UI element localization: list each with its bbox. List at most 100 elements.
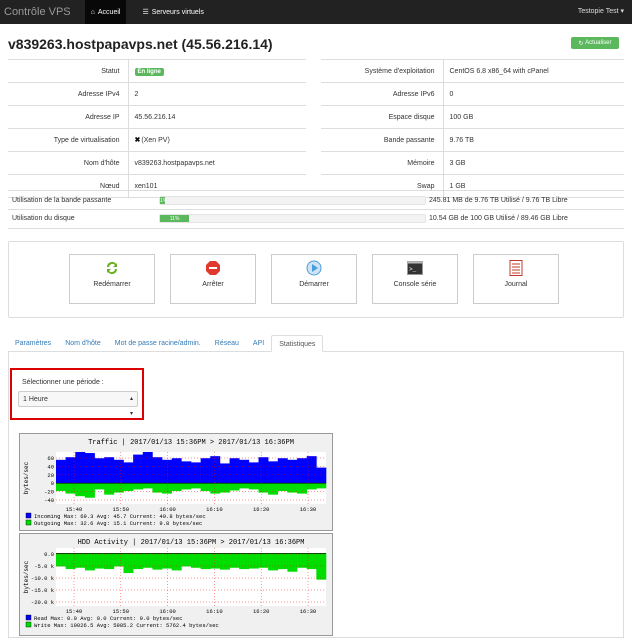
legend-swatch [25, 512, 32, 519]
data-bar-outgoing [123, 483, 134, 491]
data-bar-incoming [152, 457, 163, 484]
tab-0[interactable]: Paramètres [8, 335, 58, 352]
bandwidth-usage-label: Utilisation de la bande passante [12, 196, 112, 204]
start-button[interactable]: Démarrer [271, 254, 357, 304]
y-tick-label: -40 [44, 497, 54, 504]
journal-button[interactable]: Journal [473, 254, 559, 304]
data-bar-incoming [84, 453, 95, 484]
legend-swatch [25, 614, 32, 621]
info-row: Système d'exploitation CentOS 6.8 x86_64 … [321, 59, 624, 83]
data-bar-outgoing [133, 483, 144, 490]
data-bar-write [104, 553, 115, 570]
actions-panel: Redémarrer Arrêter Démarrer >_ Console s… [8, 241, 624, 318]
server-info-right: Système d'exploitation CentOS 6.8 x86_64 … [321, 59, 624, 198]
y-tick-label: 60 [47, 455, 54, 462]
y-axis-label: bytes/sec [23, 560, 30, 593]
info-row: Espace disque 100 GB [321, 105, 624, 129]
data-bar-write [248, 553, 259, 569]
y-tick-label: -20 [44, 489, 54, 496]
user-menu[interactable]: Testopie Test ▾ [578, 7, 624, 15]
legend-swatch [25, 621, 32, 628]
y-tick-label: 0 [51, 480, 54, 487]
info-value: 3 GB [442, 151, 624, 175]
period-select[interactable]: 1 Heure ▴ ▾ [18, 391, 138, 417]
refresh-button[interactable]: ↻ Actualiser [571, 37, 619, 49]
info-value: ✖(Xen PV) [127, 128, 306, 152]
data-bar-incoming [268, 461, 279, 484]
tab-1[interactable]: Nom d'hôte [58, 335, 108, 352]
data-bar-outgoing [258, 483, 269, 493]
info-value: CentOS 6.8 x86_64 with cPanel [442, 59, 624, 83]
info-row: Nom d'hôte v839263.hostpapavps.net [8, 151, 306, 175]
x-tick-label: 16:00 [159, 608, 176, 615]
data-bar-write [56, 553, 66, 567]
nav-servers[interactable]: ☰ Serveurs virtuels [136, 0, 209, 24]
data-bar-incoming [258, 457, 269, 484]
tab-2[interactable]: Mot de passe racine/admin. [108, 335, 208, 352]
brand[interactable]: Contrôle VPS [4, 6, 71, 18]
y-axis-label: bytes/sec [23, 461, 30, 494]
info-value: 9.76 TB [442, 128, 624, 152]
info-value: 0 [442, 82, 624, 106]
y-tick-label: -20.0 k [31, 599, 55, 606]
data-bar-write [316, 553, 327, 580]
list-icon: ☰ [142, 9, 149, 16]
data-bar-write [142, 553, 153, 568]
legend-entry: Incoming Max: 69.3 Avg: 45.7 Current: 49… [34, 513, 206, 520]
info-value-text: 45.56.216.14 [134, 113, 176, 121]
info-row: Mémoire 3 GB [321, 151, 624, 175]
data-bar-outgoing [181, 483, 192, 490]
tab-4[interactable]: API [246, 335, 271, 352]
y-tick-label: 20 [47, 472, 54, 479]
data-bar-incoming [306, 456, 317, 484]
home-icon: ⌂ [90, 8, 95, 16]
stop-icon [171, 255, 255, 281]
info-row: Bande passante 9.76 TB [321, 128, 624, 152]
info-value: 100 GB [442, 105, 624, 129]
stop-button[interactable]: Arrêter [170, 254, 256, 304]
serial-console-button[interactable]: >_ Console série [372, 254, 458, 304]
info-value-text: 0 [449, 90, 454, 98]
legend-entry: Outgoing Max: 32.6 Avg: 15.1 Current: 9.… [34, 520, 202, 527]
data-bar-outgoing [316, 483, 327, 489]
x-tick-label: 16:00 [159, 506, 176, 513]
info-value-text: 9.76 TB [449, 136, 474, 144]
data-bar-incoming [142, 452, 153, 484]
tab-3[interactable]: Réseau [208, 335, 246, 352]
period-selector-highlight: Sélectionner une période : 1 Heure ▴ ▾ [10, 368, 144, 420]
data-bar-outgoing [162, 483, 173, 494]
tab-5[interactable]: Statistiques [271, 335, 324, 352]
data-bar-outgoing [104, 483, 115, 495]
nav-home[interactable]: ⌂ Accueil [84, 0, 127, 24]
data-bar-write [258, 553, 269, 568]
server-info-left: Statut En ligne Adresse IPv4 2 Adresse IP 45.… [8, 59, 306, 198]
info-label: Bande passante [321, 128, 443, 152]
info-value: 2 [127, 82, 306, 106]
svg-text:>_: >_ [409, 266, 417, 273]
select-caret-icon: ▴ ▾ [129, 396, 133, 417]
data-bar-write [297, 553, 308, 568]
data-bar-outgoing [84, 483, 95, 498]
restart-button[interactable]: Redémarrer [69, 254, 155, 304]
data-bar-incoming [287, 459, 298, 484]
data-bar-outgoing [152, 483, 163, 493]
disk-usage-label: Utilisation du disque [12, 215, 75, 222]
x-tick-label: 16:30 [300, 506, 317, 513]
data-bar-outgoing [219, 483, 230, 493]
data-bar-write [268, 553, 279, 571]
data-bar-write [162, 553, 173, 569]
info-label: Mémoire [321, 151, 443, 175]
notebook-icon [474, 255, 558, 281]
info-value: En ligne [127, 59, 306, 83]
data-bar-write [113, 553, 124, 567]
data-bar-incoming [123, 462, 134, 484]
x-tick-label: 16:30 [300, 608, 317, 615]
x-tick-label: 15:50 [113, 506, 130, 513]
data-bar-incoming [181, 461, 192, 484]
y-tick-label: -15.0 k [31, 587, 55, 594]
data-bar-write [84, 553, 95, 571]
data-bar-write [123, 553, 134, 574]
data-bar-write [133, 553, 144, 570]
disk-usage-row: Utilisation du disque 11% 10.54 GB de 10… [8, 209, 624, 229]
data-bar-write [219, 553, 230, 570]
